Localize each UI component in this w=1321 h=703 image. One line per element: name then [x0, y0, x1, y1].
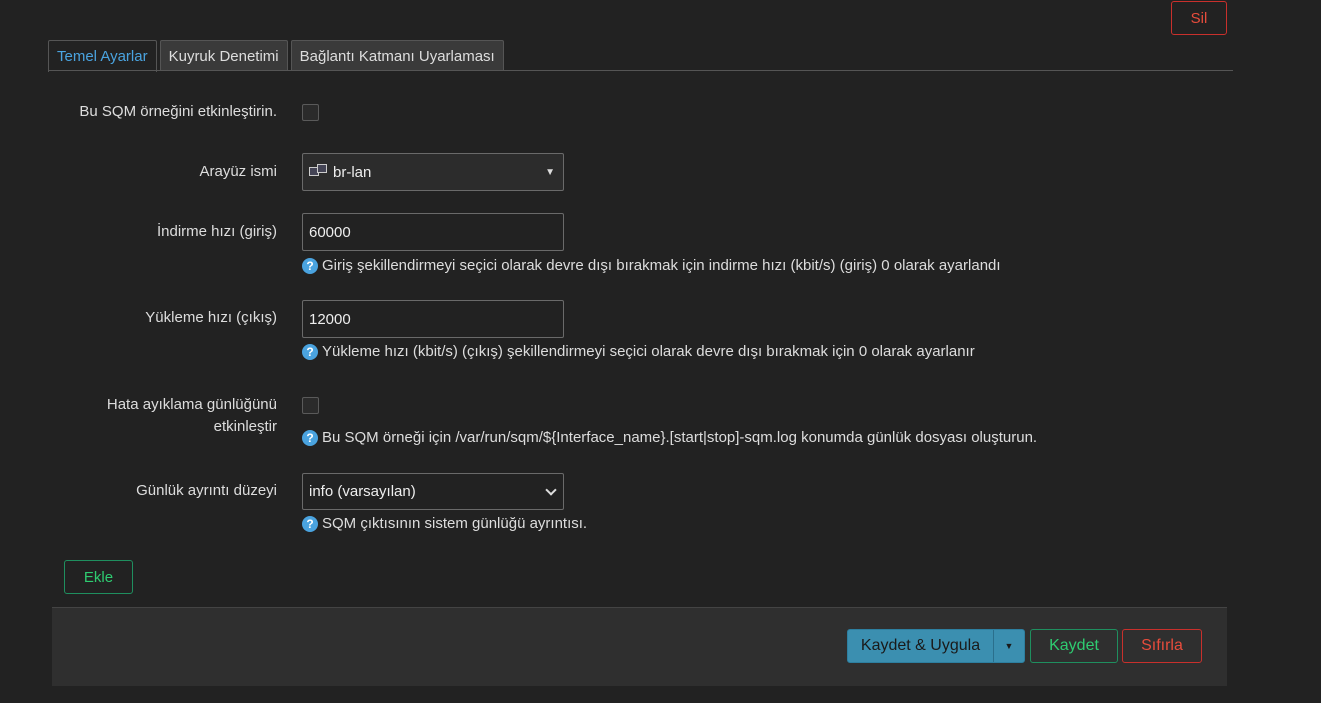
download-help-text: Giriş şekillendirmeyi seçici olarak devr…: [322, 257, 1001, 274]
verbosity-label: Günlük ayrıntı düzeyi: [136, 482, 277, 499]
delete-button[interactable]: Sil: [1171, 1, 1227, 35]
verbosity-select[interactable]: info (varsayılan): [302, 473, 564, 510]
help-icon: ?: [302, 257, 318, 274]
download-help: ? Giriş şekillendirmeyi seçici olarak de…: [302, 257, 1001, 274]
save-apply-button[interactable]: Kaydet & Uygula: [848, 630, 994, 662]
reset-button[interactable]: Sıfırla: [1122, 629, 1202, 663]
verbosity-value: info (varsayılan): [309, 483, 416, 500]
network-interface-icon: [309, 164, 329, 180]
help-icon: ?: [302, 429, 318, 446]
enable-label: Bu SQM örneğini etkinleştirin.: [79, 103, 277, 120]
debug-label: Hata ayıklama günlüğünü etkinleştir: [107, 394, 277, 438]
tab-divider: [48, 70, 1233, 71]
enable-checkbox[interactable]: [302, 104, 319, 121]
tab-queue-discipline[interactable]: Kuyruk Denetimi: [159, 40, 288, 71]
download-value: 60000: [309, 223, 351, 241]
add-button[interactable]: Ekle: [64, 560, 133, 594]
dropdown-caret-icon: ▼: [545, 166, 555, 178]
tab-link-layer-adaptation[interactable]: Bağlantı Katmanı Uyarlaması: [290, 40, 504, 71]
download-label: İndirme hızı (giriş): [156, 223, 277, 240]
debug-checkbox[interactable]: [302, 397, 319, 414]
upload-value: 12000: [309, 310, 351, 328]
upload-help-text: Yükleme hızı (kbit/s) (çıkış) şekillendi…: [322, 343, 975, 360]
upload-help: ? Yükleme hızı (kbit/s) (çıkış) şekillen…: [302, 343, 975, 360]
interface-select[interactable]: br-lan ▼: [302, 153, 564, 191]
debug-help: ? Bu SQM örneği için /var/run/sqm/${Inte…: [302, 429, 1037, 446]
chevron-down-icon: [545, 484, 557, 496]
debug-help-text: Bu SQM örneği için /var/run/sqm/${Interf…: [322, 429, 1038, 446]
interface-label: Arayüz ismi: [199, 163, 277, 180]
tab-bar: Temel Ayarlar Kuyruk Denetimi Bağlantı K…: [48, 40, 507, 72]
download-input[interactable]: 60000: [302, 213, 564, 251]
verbosity-help-text: SQM çıktısının sistem günlüğü ayrıntısı.: [322, 515, 588, 532]
help-icon: ?: [302, 343, 318, 360]
upload-label: Yükleme hızı (çıkış): [145, 309, 277, 326]
tab-basic-settings[interactable]: Temel Ayarlar: [48, 40, 157, 72]
verbosity-help: ? SQM çıktısının sistem günlüğü ayrıntıs…: [302, 515, 587, 532]
debug-label-line2: etkinleştir: [213, 418, 277, 435]
interface-value: br-lan: [333, 163, 372, 181]
save-button[interactable]: Kaydet: [1030, 629, 1118, 663]
upload-input[interactable]: 12000: [302, 300, 564, 338]
debug-label-line1: Hata ayıklama günlüğünü: [106, 396, 277, 413]
help-icon: ?: [302, 515, 318, 532]
save-apply-dropdown-icon[interactable]: ▼: [994, 630, 1024, 662]
save-apply-button-group: Kaydet & Uygula ▼: [847, 629, 1025, 663]
